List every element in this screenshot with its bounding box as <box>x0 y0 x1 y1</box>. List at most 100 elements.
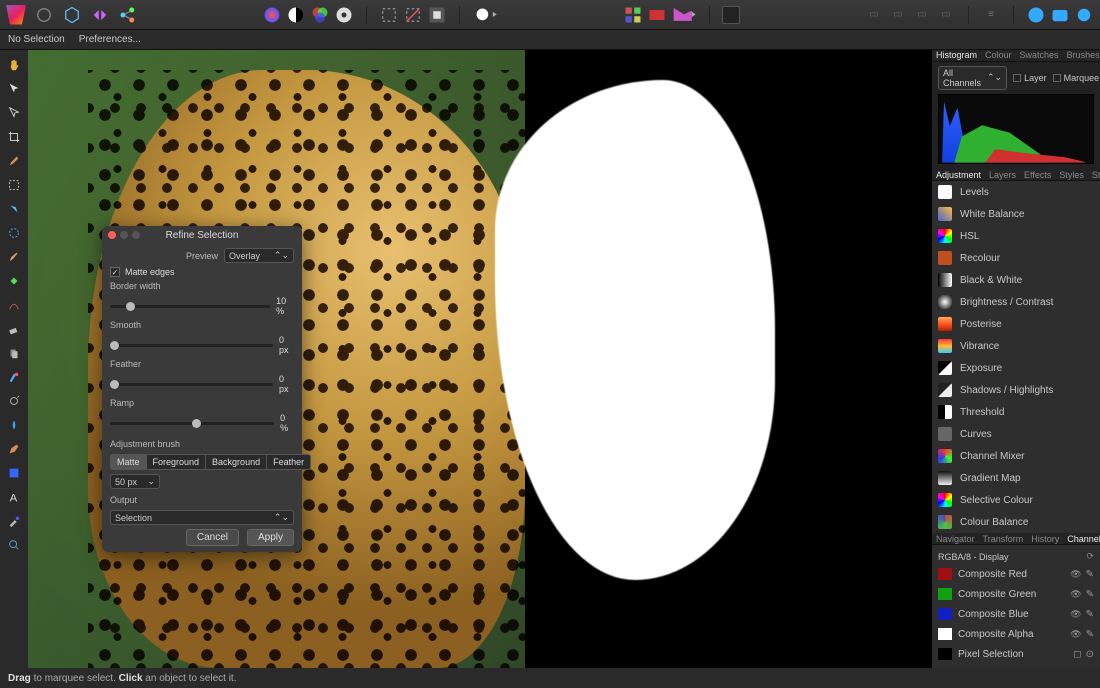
color-picker-tool-icon[interactable] <box>5 512 23 530</box>
arrange-forward-icon[interactable]: ▭ <box>912 5 932 25</box>
adjustment-item[interactable]: Vibrance <box>932 335 1100 357</box>
preview-select[interactable]: Overlay⌃⌄ <box>224 248 294 263</box>
channel-item[interactable]: Composite Green👁✎ <box>932 584 1100 604</box>
tab-adjustment[interactable]: Adjustment <box>932 170 985 180</box>
adjustment-item[interactable]: Recolour <box>932 247 1100 269</box>
adjustment-item[interactable]: Brightness / Contrast <box>932 291 1100 313</box>
crop-tool-icon[interactable] <box>5 128 23 146</box>
tab-swatches[interactable]: Swatches <box>1016 50 1063 60</box>
adjustment-item[interactable]: Threshold <box>932 401 1100 423</box>
quick-mask-icon[interactable] <box>472 5 498 25</box>
hand-tool-icon[interactable] <box>5 56 23 74</box>
tab-styles[interactable]: Styles <box>1055 170 1088 180</box>
channel-item[interactable]: Composite Red👁✎ <box>932 564 1100 584</box>
mirror-icon[interactable] <box>90 5 110 25</box>
preferences-button[interactable]: Preferences... <box>79 34 141 45</box>
help-cloud-icon[interactable] <box>1026 5 1046 25</box>
ramp-slider[interactable] <box>110 422 274 425</box>
adjustment-item[interactable]: Levels <box>932 181 1100 203</box>
target-icon[interactable]: ⊙ <box>1086 649 1094 660</box>
align-icon[interactable]: ≡ <box>981 5 1001 25</box>
flood-select-tool-icon[interactable] <box>5 200 23 218</box>
dodge-tool-icon[interactable] <box>5 392 23 410</box>
adjustment-item[interactable]: Channel Mixer <box>932 445 1100 467</box>
edit-icon[interactable]: ✎ <box>1086 609 1094 620</box>
brush-tool-icon[interactable] <box>5 152 23 170</box>
channel-select[interactable]: All Channels ⌃⌄ <box>938 66 1007 90</box>
marquee-checkbox[interactable]: Marquee <box>1053 73 1100 83</box>
tab-brushes[interactable]: Brushes <box>1063 50 1100 60</box>
eye-icon[interactable]: 👁 <box>1070 569 1081 580</box>
share-icon[interactable] <box>118 5 138 25</box>
tab-channels[interactable]: Channels <box>1063 534 1100 544</box>
marquee-tool-icon[interactable] <box>5 176 23 194</box>
shape-tool-icon[interactable] <box>5 464 23 482</box>
account-cloud-icon[interactable] <box>1050 5 1070 25</box>
adjustment-item[interactable]: Colour Balance <box>932 511 1100 533</box>
sync-cloud-icon[interactable] <box>1074 5 1094 25</box>
brush-size-select[interactable]: 50 px⌄ <box>110 474 160 489</box>
gradient-tool-icon[interactable] <box>5 296 23 314</box>
apply-button[interactable]: Apply <box>247 529 294 546</box>
brush-mode-segment[interactable]: Matte Foreground Background Feather <box>110 454 311 470</box>
text-tool-icon[interactable]: A <box>5 488 23 506</box>
tab-histogram[interactable]: Histogram <box>932 50 981 60</box>
selection-icon[interactable] <box>379 5 399 25</box>
tab-layers[interactable]: Layers <box>985 170 1020 180</box>
grid-view-icon[interactable] <box>623 5 643 25</box>
disc-icon[interactable] <box>334 5 354 25</box>
smudge-tool-icon[interactable] <box>5 416 23 434</box>
adjustment-item[interactable]: Shadows / Highlights <box>932 379 1100 401</box>
circle-icon[interactable] <box>34 5 54 25</box>
tab-history[interactable]: History <box>1027 534 1063 544</box>
canvas[interactable]: Refine Selection Preview Overlay⌃⌄ ✓Matt… <box>28 50 932 668</box>
eye-icon[interactable]: 👁 <box>1070 629 1081 640</box>
cancel-button[interactable]: Cancel <box>186 529 239 546</box>
channel-item[interactable]: Composite Blue👁✎ <box>932 604 1100 624</box>
adjustment-item[interactable]: Selective Colour <box>932 489 1100 511</box>
persona-button[interactable] <box>722 6 740 24</box>
arrange-front-icon[interactable]: ▭ <box>936 5 956 25</box>
zoom-tool-icon[interactable] <box>5 536 23 554</box>
adjustment-item[interactable]: Exposure <box>932 357 1100 379</box>
border-width-slider[interactable] <box>110 305 270 308</box>
color-wheel-icon[interactable] <box>262 5 282 25</box>
assistant-dropdown-icon[interactable] <box>671 5 697 25</box>
arrange-back-icon[interactable]: ▭ <box>864 5 884 25</box>
adjustment-item[interactable]: Posterise <box>932 313 1100 335</box>
eye-icon[interactable]: 👁 <box>1070 609 1081 620</box>
tab-colour[interactable]: Colour <box>981 50 1016 60</box>
matte-edges-checkbox[interactable]: ✓Matte edges <box>110 267 294 277</box>
feather-slider[interactable] <box>110 383 273 386</box>
square-icon[interactable]: ◻ <box>1073 649 1081 660</box>
edit-icon[interactable]: ✎ <box>1086 589 1094 600</box>
edit-icon[interactable]: ✎ <box>1086 629 1094 640</box>
adjustment-item[interactable]: Black & White <box>932 269 1100 291</box>
channel-item[interactable]: Pixel Selection◻⊙ <box>932 644 1100 664</box>
eraser-tool-icon[interactable] <box>5 320 23 338</box>
clone-tool-icon[interactable] <box>5 344 23 362</box>
adjustment-item[interactable]: Gradient Map <box>932 467 1100 489</box>
invert-selection-icon[interactable] <box>427 5 447 25</box>
channel-item[interactable]: Composite Alpha👁✎ <box>932 624 1100 644</box>
contrast-icon[interactable] <box>286 5 306 25</box>
selection-brush-tool-icon[interactable] <box>5 224 23 242</box>
node-tool-icon[interactable] <box>5 104 23 122</box>
pen-tool-icon[interactable] <box>5 440 23 458</box>
fill-tool-icon[interactable] <box>5 272 23 290</box>
tab-stock[interactable]: Stock <box>1088 170 1100 180</box>
tab-navigator[interactable]: Navigator <box>932 534 979 544</box>
adjustment-item[interactable]: HSL <box>932 225 1100 247</box>
edit-icon[interactable]: ✎ <box>1086 569 1094 580</box>
output-select[interactable]: Selection⌃⌄ <box>110 510 294 525</box>
swatch-icon[interactable] <box>647 5 667 25</box>
rgb-icon[interactable] <box>310 5 330 25</box>
no-selection-icon[interactable] <box>403 5 423 25</box>
tab-transform[interactable]: Transform <box>979 534 1028 544</box>
eye-icon[interactable]: 👁 <box>1070 589 1081 600</box>
smooth-slider[interactable] <box>110 344 273 347</box>
move-tool-icon[interactable] <box>5 80 23 98</box>
arrange-backward-icon[interactable]: ▭ <box>888 5 908 25</box>
adjustment-item[interactable]: White Balance <box>932 203 1100 225</box>
refresh-icon[interactable]: ⟳ <box>1086 551 1094 562</box>
